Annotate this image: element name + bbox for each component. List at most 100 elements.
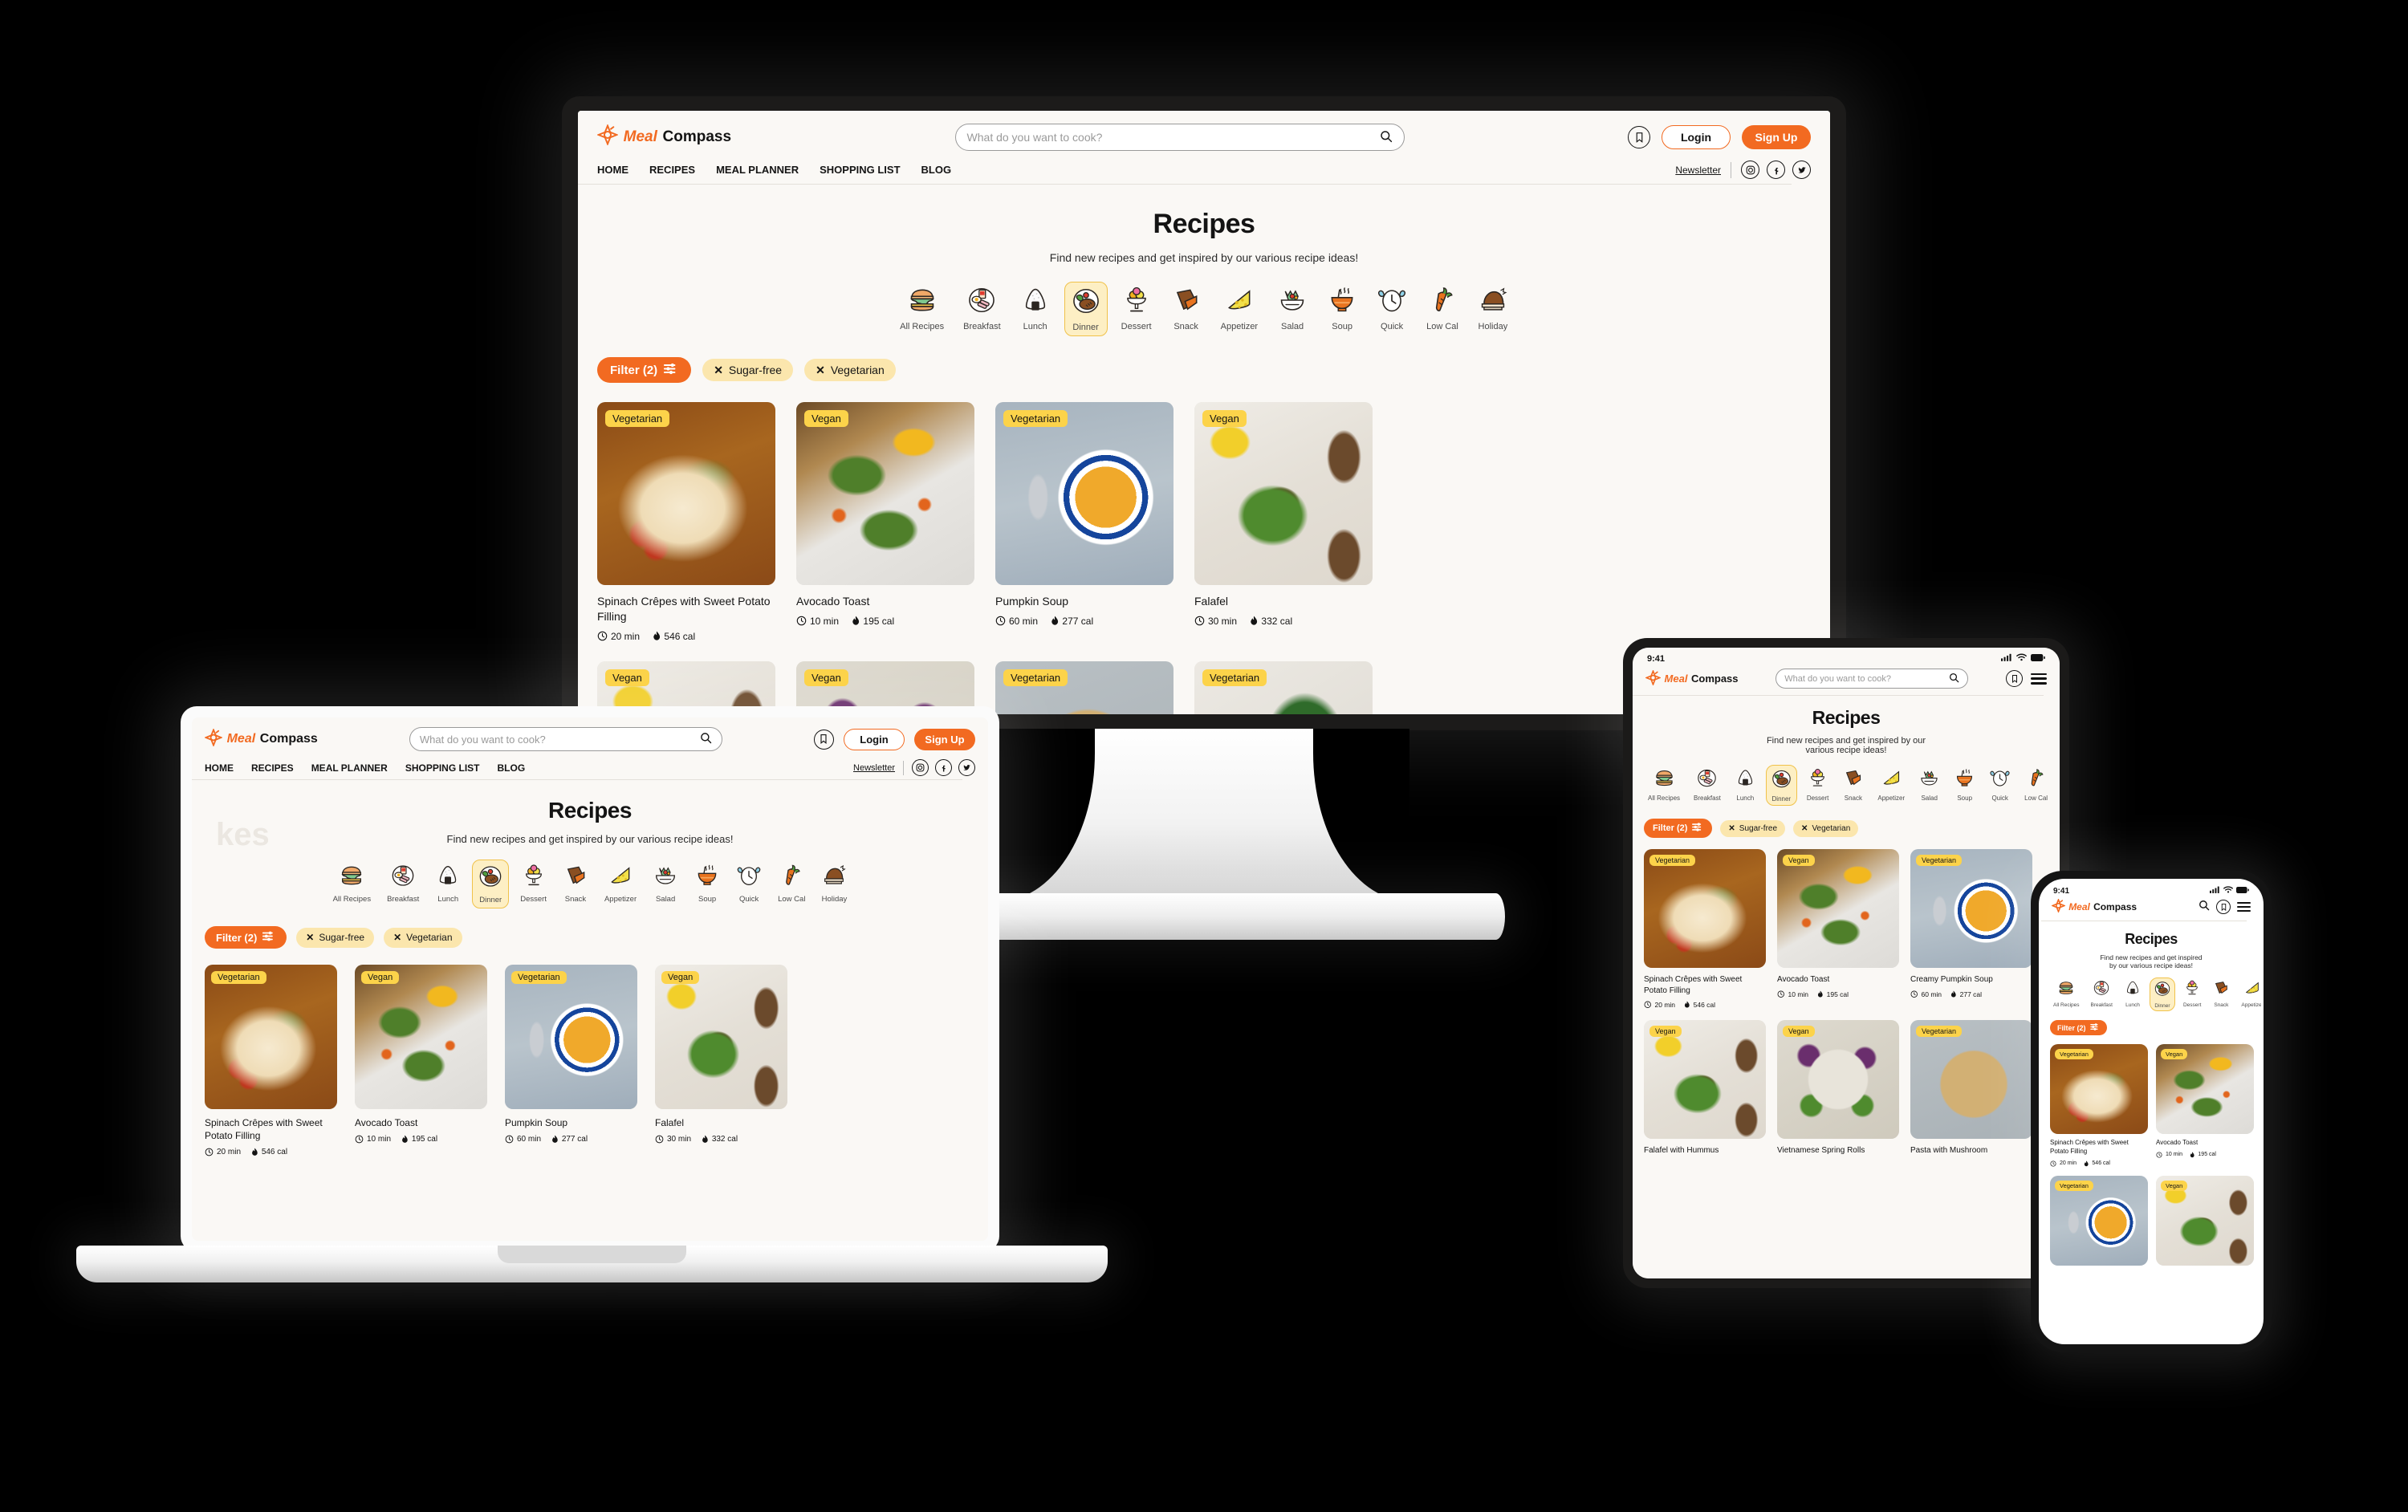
search-icon[interactable] xyxy=(2199,900,2210,915)
category-all-recipes[interactable]: All Recipes xyxy=(1644,765,1684,804)
twitter-icon[interactable] xyxy=(958,759,975,776)
twitter-icon[interactable] xyxy=(1792,161,1811,179)
nav-item-meal-planner[interactable]: MEAL PLANNER xyxy=(311,762,388,774)
instagram-icon[interactable] xyxy=(912,759,929,776)
search-input[interactable]: What do you want to cook? xyxy=(954,124,1405,151)
newsletter-link[interactable]: Newsletter xyxy=(853,763,895,773)
filter-chip-vegetarian[interactable]: ✕ Vegetarian xyxy=(1793,819,1859,837)
recipe-card[interactable]: Vegan xyxy=(2156,1175,2254,1266)
category-dessert[interactable]: Dessert xyxy=(1803,765,1833,804)
recipe-thumbnail[interactable]: Vegan xyxy=(655,965,787,1109)
hamburger-menu-icon[interactable] xyxy=(2031,673,2047,685)
login-button[interactable]: Login xyxy=(843,728,905,750)
recipe-card[interactable]: Vegetarian xyxy=(1194,660,1373,714)
category-lunch[interactable]: Lunch xyxy=(2121,978,2145,1010)
category-low-cal[interactable]: Low Cal xyxy=(1421,282,1464,335)
category-lunch[interactable]: Lunch xyxy=(1015,282,1056,335)
search-input[interactable]: What do you want to cook? xyxy=(409,727,722,751)
category-snack[interactable]: Snack xyxy=(1165,282,1207,335)
filter-chip-sugar-free[interactable]: ✕ Sugar-free xyxy=(702,359,794,381)
recipe-card[interactable]: Vegan Avocado Toast 10 min 195 cal xyxy=(2156,1044,2254,1167)
logo[interactable]: Meal Compass xyxy=(2050,897,2137,915)
category-appetizer[interactable]: Appetizer xyxy=(1873,765,1909,804)
recipe-card[interactable]: Vegan Avocado Toast 10 min 195 cal xyxy=(1777,849,1899,1009)
nav-item-shopping-list[interactable]: SHOPPING LIST xyxy=(820,164,900,176)
filter-chip-sugar-free[interactable]: ✕ Sugar-free xyxy=(296,927,375,948)
category-soup[interactable]: Soup xyxy=(1950,765,1979,804)
recipe-card[interactable]: Vegetarian Pumpkin Soup 60 min 277 cal xyxy=(505,965,637,1156)
category-soup[interactable]: Soup xyxy=(689,860,725,907)
category-all-recipes[interactable]: All Recipes xyxy=(2050,978,2083,1010)
recipe-card[interactable]: Vegan Avocado Toast 10 min 195 cal xyxy=(355,965,487,1156)
close-x-icon[interactable]: ✕ xyxy=(1801,824,1808,833)
bookmark-icon[interactable] xyxy=(1628,126,1650,148)
signup-button[interactable]: Sign Up xyxy=(913,728,975,750)
category-soup[interactable]: Soup xyxy=(1321,282,1363,335)
category-low-cal[interactable]: Low Cal xyxy=(773,860,810,907)
nav-item-blog[interactable]: BLOG xyxy=(921,164,952,176)
nav-item-home[interactable]: HOME xyxy=(597,164,628,176)
nav-item-shopping-list[interactable]: SHOPPING LIST xyxy=(405,762,480,774)
category-salad[interactable]: Salad xyxy=(1914,765,1944,804)
nav-item-recipes[interactable]: RECIPES xyxy=(251,762,294,774)
recipe-card[interactable]: Vegan Falafel 30 min 332 cal xyxy=(655,965,787,1156)
logo[interactable]: Meal Compass xyxy=(1644,669,1739,688)
close-x-icon[interactable]: ✕ xyxy=(816,364,825,377)
nav-item-blog[interactable]: BLOG xyxy=(498,762,526,774)
category-all-recipes[interactable]: All Recipes xyxy=(894,282,950,335)
newsletter-link[interactable]: Newsletter xyxy=(1675,165,1721,176)
category-breakfast[interactable]: Breakfast xyxy=(2088,978,2116,1010)
category-appetizer[interactable]: Appetizer xyxy=(2238,978,2261,1010)
recipe-thumbnail[interactable]: Vegan xyxy=(1777,1020,1899,1139)
search-icon[interactable] xyxy=(700,732,712,746)
nav-item-recipes[interactable]: RECIPES xyxy=(649,164,695,176)
recipe-card[interactable]: Vegetarian xyxy=(2050,1175,2148,1266)
category-breakfast[interactable]: Breakfast xyxy=(1690,765,1725,804)
recipe-thumbnail[interactable]: Vegetarian xyxy=(2050,1175,2148,1266)
recipe-thumbnail[interactable]: Vegetarian xyxy=(505,965,637,1109)
category-salad[interactable]: Salad xyxy=(1271,282,1313,335)
search-icon[interactable] xyxy=(1380,130,1393,145)
recipe-thumbnail[interactable]: Vegan xyxy=(1194,402,1373,585)
category-quick[interactable]: Quick xyxy=(1371,282,1413,335)
recipe-thumbnail[interactable]: Vegetarian xyxy=(2050,1044,2148,1134)
close-x-icon[interactable]: ✕ xyxy=(1728,824,1735,833)
logo[interactable]: Meal Compass xyxy=(596,123,731,150)
category-snack[interactable]: Snack xyxy=(2209,978,2233,1010)
recipe-thumbnail[interactable]: Vegan xyxy=(1644,1020,1766,1139)
category-breakfast[interactable]: Breakfast xyxy=(958,282,1006,335)
bookmark-icon[interactable] xyxy=(2216,900,2231,914)
search-input[interactable]: What do you want to cook? xyxy=(1775,669,1969,689)
recipe-card[interactable]: Vegan Avocado Toast 10 min 195 cal xyxy=(796,402,974,642)
hamburger-menu-icon[interactable] xyxy=(2237,902,2251,912)
filter-chip-vegetarian[interactable]: ✕ Vegetarian xyxy=(804,359,896,381)
recipe-thumbnail[interactable]: Vegetarian xyxy=(1644,849,1766,968)
category-quick[interactable]: Quick xyxy=(1985,765,2015,804)
category-dessert[interactable]: Dessert xyxy=(2180,978,2204,1010)
recipe-thumbnail[interactable]: Vegetarian xyxy=(995,402,1173,585)
category-holiday[interactable]: Holiday xyxy=(816,860,852,907)
filter-chip-vegetarian[interactable]: ✕ Vegetarian xyxy=(384,927,462,948)
category-appetizer[interactable]: Appetizer xyxy=(1215,282,1263,335)
recipe-thumbnail[interactable]: Vegan xyxy=(2156,1044,2254,1134)
category-snack[interactable]: Snack xyxy=(1838,765,1868,804)
category-lunch[interactable]: Lunch xyxy=(1731,765,1760,804)
bookmark-icon[interactable] xyxy=(813,729,834,750)
filter-button[interactable]: Filter (2) xyxy=(2050,1020,2107,1035)
recipe-card[interactable]: Vegetarian Pasta with Mushroom xyxy=(1910,1020,2032,1156)
recipe-card[interactable]: Vegetarian Spinach Crêpes with Sweet Pota… xyxy=(597,402,775,642)
recipe-thumbnail[interactable]: Vegetarian xyxy=(1194,660,1373,714)
bookmark-icon[interactable] xyxy=(2006,670,2023,687)
category-dinner[interactable]: Dinner xyxy=(1765,765,1797,806)
category-dinner[interactable]: Dinner xyxy=(2149,978,2175,1011)
recipe-card[interactable]: Vegetarian Spinach Crêpes with Sweet Pota… xyxy=(205,965,337,1156)
nav-item-meal-planner[interactable]: MEAL PLANNER xyxy=(716,164,799,176)
recipe-thumbnail[interactable]: Vegan xyxy=(355,965,487,1109)
close-x-icon[interactable]: ✕ xyxy=(714,364,723,377)
recipe-card[interactable]: Vegetarian Spinach Crêpes with Sweet Pota… xyxy=(2050,1044,2148,1167)
recipe-card[interactable]: Vegetarian Creamy Pumpkin Soup 60 min 277 c… xyxy=(1910,849,2032,1009)
category-all-recipes[interactable]: All Recipes xyxy=(328,860,376,907)
logo[interactable]: Meal Compass xyxy=(203,727,318,750)
category-holiday[interactable]: Holiday xyxy=(1472,282,1514,335)
close-x-icon[interactable]: ✕ xyxy=(306,932,314,943)
